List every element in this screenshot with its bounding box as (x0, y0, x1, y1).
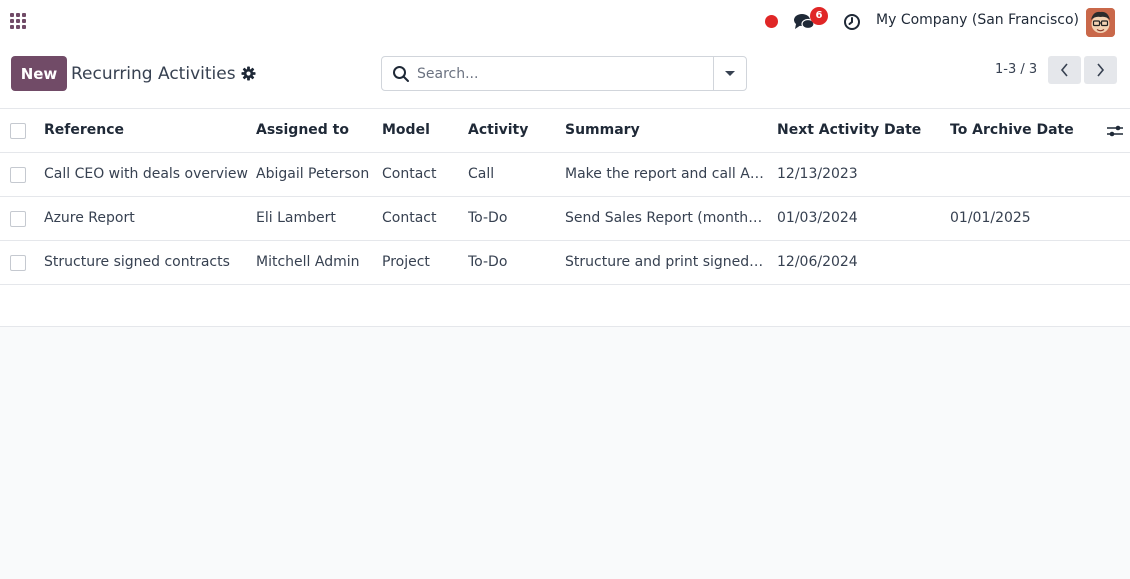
cell-activity: Call (468, 166, 495, 182)
cell-next-activity-date: 12/06/2024 (777, 254, 858, 270)
avatar[interactable] (1086, 8, 1115, 37)
row-checkbox[interactable] (10, 255, 26, 271)
table-row[interactable]: Call CEO with deals overview Abigail Pet… (0, 153, 1130, 197)
top-navbar: 6 My Company (San Francisco) (0, 0, 1130, 44)
cell-to-archive-date: 01/01/2025 (950, 210, 1031, 226)
company-switcher[interactable]: My Company (San Francisco) (876, 12, 1079, 28)
cell-activity: To-Do (468, 210, 508, 226)
gear-icon[interactable] (241, 66, 256, 81)
cell-assigned-to: Eli Lambert (256, 210, 336, 226)
cell-assigned-to: Mitchell Admin (256, 254, 360, 270)
column-header-assigned-to[interactable]: Assigned to (256, 122, 376, 138)
cell-reference: Azure Report (44, 210, 135, 226)
chevron-left-icon (1060, 63, 1068, 77)
cell-reference: Call CEO with deals overview (44, 166, 248, 182)
optional-columns-icon[interactable] (1106, 123, 1124, 139)
cell-assigned-to: Abigail Peterson (256, 166, 370, 182)
cell-reference: Structure signed contracts (44, 254, 230, 270)
search-icon (393, 66, 409, 82)
row-checkbox[interactable] (10, 211, 26, 227)
row-checkbox[interactable] (10, 167, 26, 183)
column-header-activity[interactable]: Activity (468, 122, 558, 138)
table-header: Reference Assigned to Model Activity Sum… (0, 109, 1130, 153)
cell-model: Contact (382, 210, 437, 226)
cell-model: Contact (382, 166, 437, 182)
select-all-checkbox[interactable] (10, 123, 26, 139)
cell-activity: To-Do (468, 254, 508, 270)
recording-dot-icon[interactable] (765, 15, 778, 28)
empty-row (0, 285, 1130, 326)
chevron-right-icon (1097, 63, 1105, 77)
table-row[interactable]: Structure signed contracts Mitchell Admi… (0, 241, 1130, 285)
page-title: Recurring Activities (71, 64, 236, 84)
cell-summary: Make the report and call A… (565, 166, 764, 182)
cell-summary: Send Sales Report (monthly) (565, 210, 765, 226)
column-header-summary[interactable]: Summary (565, 122, 765, 138)
control-panel: New Recurring Activities 1-3 / 3 (0, 44, 1130, 109)
caret-down-icon[interactable] (713, 57, 746, 90)
column-header-next-activity-date[interactable]: Next Activity Date (777, 122, 942, 138)
column-header-to-archive-date[interactable]: To Archive Date (950, 122, 1090, 138)
column-header-model[interactable]: Model (382, 122, 462, 138)
cell-next-activity-date: 01/03/2024 (777, 210, 858, 226)
apps-grid-icon[interactable] (10, 13, 28, 31)
table-row[interactable]: Azure Report Eli Lambert Contact To-Do S… (0, 197, 1130, 241)
messages-count-badge: 6 (810, 7, 828, 25)
column-header-reference[interactable]: Reference (44, 122, 250, 138)
search-input[interactable] (417, 62, 707, 86)
search-bar (381, 56, 747, 91)
pager-value[interactable]: 1-3 / 3 (995, 62, 1037, 77)
new-button[interactable]: New (11, 56, 67, 91)
cell-next-activity-date: 12/13/2023 (777, 166, 858, 182)
cell-summary: Structure and print signed … (565, 254, 765, 270)
pager-previous-button[interactable] (1048, 56, 1081, 84)
clock-icon[interactable] (843, 13, 861, 31)
cell-model: Project (382, 254, 430, 270)
pager-next-button[interactable] (1084, 56, 1117, 84)
list-view: Reference Assigned to Model Activity Sum… (0, 109, 1130, 327)
